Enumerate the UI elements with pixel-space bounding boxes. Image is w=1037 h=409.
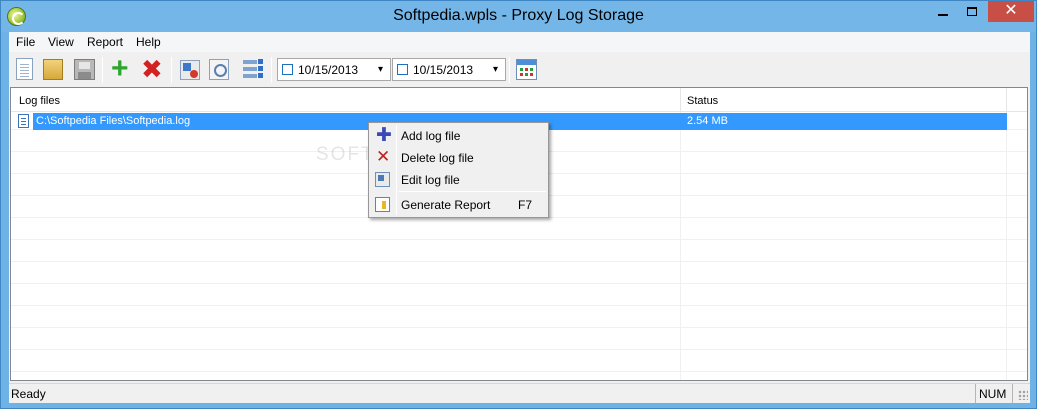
menu-item-label: Generate Report — [401, 198, 491, 212]
select-button[interactable] — [240, 57, 266, 83]
menu-separator — [399, 191, 546, 192]
maximize-button[interactable] — [958, 1, 985, 22]
toolbar-separator — [271, 57, 272, 83]
column-divider[interactable] — [1006, 88, 1007, 112]
calendar-icon — [516, 59, 537, 80]
menu-item-label: Add log file — [401, 129, 461, 143]
context-generate-report[interactable]: Generate Report F7 — [371, 194, 546, 216]
menu-help[interactable]: Help — [136, 35, 161, 49]
resize-grip-icon[interactable] — [1018, 390, 1028, 400]
open-button[interactable] — [40, 57, 66, 83]
report-icon — [375, 197, 390, 212]
date-from-value: 10/15/2013 — [298, 63, 359, 77]
preview-icon — [209, 59, 229, 80]
checklist-icon — [243, 59, 264, 80]
add-log-button[interactable]: + — [110, 52, 136, 85]
context-edit-log-file[interactable]: Edit log file — [371, 169, 546, 191]
menu-shortcut: F7 — [518, 198, 533, 212]
minimize-button[interactable] — [929, 1, 956, 22]
column-divider[interactable] — [680, 88, 681, 112]
chevron-down-icon[interactable]: ▾ — [487, 60, 504, 79]
menu-item-label: Edit log file — [401, 173, 460, 187]
log-file-status: 2.54 MB — [687, 115, 728, 127]
context-menu: ✚ Add log file ✕ Delete log file Edit lo… — [368, 122, 549, 218]
date-from-picker[interactable]: 10/15/2013 ▾ — [277, 58, 391, 81]
date-to-picker[interactable]: 10/15/2013 ▾ — [392, 58, 506, 81]
save-button[interactable] — [71, 57, 97, 83]
context-delete-log-file[interactable]: ✕ Delete log file — [371, 147, 546, 169]
toolbar-separator — [509, 57, 510, 83]
menu-bar: File View Report Help — [9, 32, 1030, 52]
chevron-down-icon[interactable]: ▾ — [372, 60, 389, 79]
date-to-checkbox[interactable] — [397, 64, 408, 75]
menu-view[interactable]: View — [48, 35, 74, 49]
close-button[interactable]: ✕ — [988, 1, 1034, 22]
toolbar: + ✖ 10/15/2013 ▾ 10/15/2013 ▾ — [9, 53, 1030, 85]
date-to-value: 10/15/2013 — [413, 63, 474, 77]
menu-item-label: Delete log file — [401, 151, 474, 165]
toolbar-separator — [171, 57, 172, 83]
delete-icon: ✖ — [141, 54, 163, 84]
status-text: Ready — [11, 387, 46, 401]
report-button[interactable] — [513, 57, 539, 83]
list-header: Log files Status — [11, 88, 1027, 112]
log-file-icon — [18, 114, 29, 128]
delete-icon: ✕ — [376, 147, 391, 166]
num-lock-indicator: NUM — [975, 384, 1013, 403]
column-header-status[interactable]: Status — [687, 95, 718, 107]
new-document-icon — [16, 58, 33, 80]
log-file-path[interactable]: C:\Softpedia Files\Softpedia.log — [36, 115, 190, 127]
app-window: Softpedia.wpls - Proxy Log Storage ✕ Fil… — [0, 0, 1037, 409]
preview-button[interactable] — [206, 57, 232, 83]
save-icon — [74, 59, 95, 80]
menu-file[interactable]: File — [16, 35, 35, 49]
toolbar-separator — [102, 57, 103, 83]
edit-icon — [375, 172, 390, 187]
refresh-button[interactable] — [177, 57, 203, 83]
title-bar[interactable]: Softpedia.wpls - Proxy Log Storage ✕ — [1, 1, 1036, 32]
open-folder-icon — [43, 59, 63, 80]
new-button[interactable] — [12, 57, 38, 83]
status-bar: Ready NUM — [9, 383, 1030, 403]
window-title: Softpedia.wpls - Proxy Log Storage — [393, 7, 644, 24]
column-header-log-files[interactable]: Log files — [19, 95, 60, 107]
context-add-log-file[interactable]: ✚ Add log file — [371, 125, 546, 147]
refresh-icon — [180, 60, 200, 80]
add-icon: + — [111, 52, 129, 85]
minimize-icon — [937, 14, 948, 16]
date-from-checkbox[interactable] — [282, 64, 293, 75]
maximize-icon — [966, 7, 977, 16]
add-icon: ✚ — [376, 125, 392, 146]
menu-report[interactable]: Report — [87, 35, 123, 49]
delete-log-button[interactable]: ✖ — [140, 54, 166, 84]
